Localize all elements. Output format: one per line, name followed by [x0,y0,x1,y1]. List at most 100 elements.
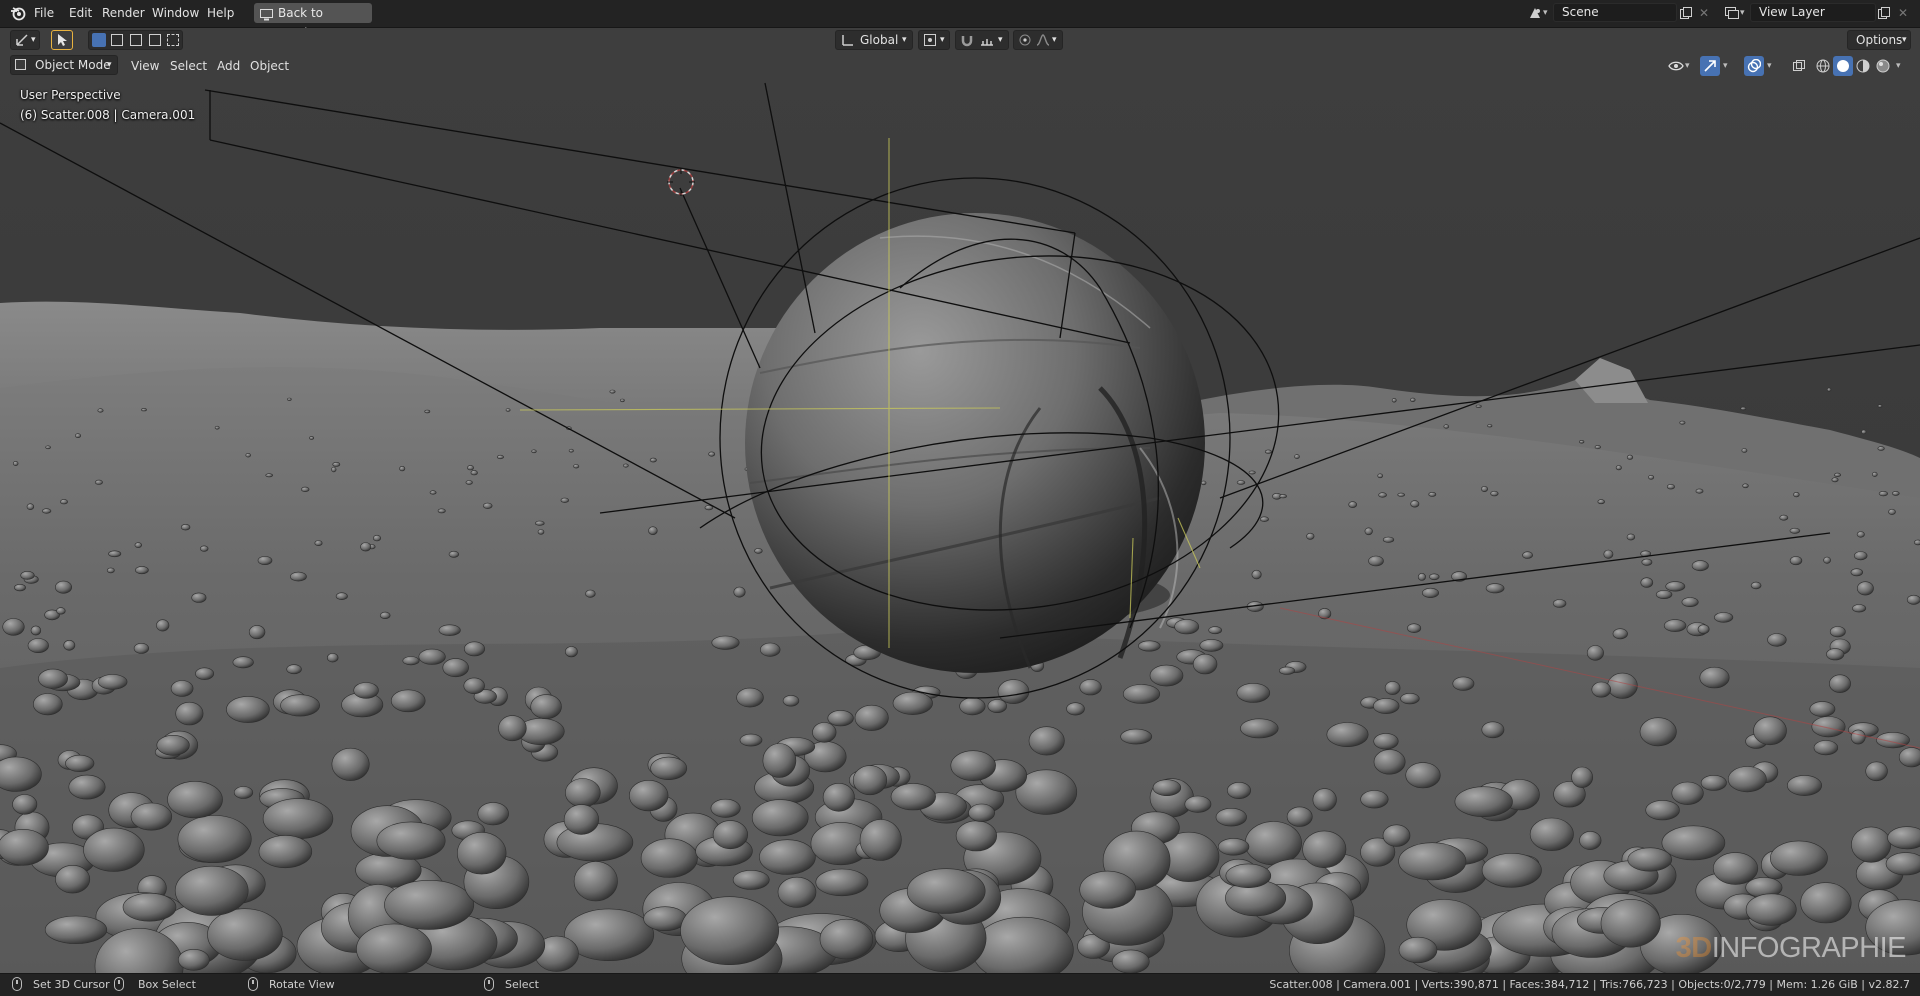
snap-controls[interactable]: ▾ [955,30,1009,50]
view-layer-dropdown-icon[interactable]: ▾ [1740,3,1748,23]
menu-help[interactable]: Help [207,4,234,22]
select-new-icon[interactable] [92,33,106,47]
overlays-icon[interactable] [1744,56,1764,76]
pivot-point-dropdown[interactable]: ▾ [918,30,950,50]
rock [332,748,369,780]
view-layer-icon[interactable] [1722,3,1742,23]
wireframe-shading-icon[interactable] [1813,56,1833,76]
rock [564,805,599,835]
editor-type-button[interactable]: ▾ [10,30,40,50]
xray-icon[interactable] [1789,56,1809,76]
rock [1444,425,1449,429]
chevron-down-icon: ▾ [1902,31,1907,49]
rock [1249,471,1255,474]
rock [336,593,347,600]
rock [506,409,510,412]
orientation-label: Global [860,31,898,49]
rock [45,916,107,944]
select-intersect-icon[interactable] [167,34,179,46]
rock [109,551,121,557]
object-mode-dropdown[interactable]: Object Mode ▾ [10,55,118,75]
rock [471,470,478,475]
rock [1491,491,1499,496]
rock [1780,515,1788,520]
new-scene-icon[interactable] [1676,3,1696,23]
viewport-menu-object[interactable]: Object [250,57,289,75]
rock [430,491,436,495]
rock [332,467,337,472]
overlays-dropdown-icon[interactable]: ▾ [1767,56,1775,76]
viewport-menu-select[interactable]: Select [170,57,207,75]
rock [1029,727,1064,755]
viewport-menu-view[interactable]: View [131,57,159,75]
new-view-layer-icon[interactable] [1874,3,1894,23]
rock [443,659,469,677]
rock [178,949,209,970]
rock [1814,741,1838,755]
rock [1252,570,1261,579]
rock [457,832,506,874]
menu-file[interactable]: File [34,4,54,22]
menu-edit[interactable]: Edit [69,4,92,22]
back-to-previous-button[interactable]: Back to Previous [254,3,372,23]
select-extend-icon[interactable] [111,34,123,46]
solid-shading-icon[interactable] [1833,56,1853,76]
rock [1410,398,1415,402]
rock [783,695,799,706]
rock [1201,481,1206,485]
transform-orientation-dropdown[interactable]: Global ▾ [835,30,913,50]
view-layer-field[interactable]: View Layer [1750,3,1876,22]
material-shading-icon[interactable] [1853,56,1873,76]
proportional-edit-controls[interactable]: ▾ [1013,30,1063,50]
rock [1598,500,1605,504]
select-invert-icon[interactable] [149,34,161,46]
viewport-menu-add[interactable]: Add [217,57,240,75]
rock [1851,569,1863,576]
rock [1613,629,1628,639]
rock [1260,517,1268,522]
rendered-shading-icon[interactable] [1873,56,1893,76]
rock [1692,561,1708,571]
shading-dropdown-icon[interactable]: ▾ [1896,56,1904,76]
rock [1642,559,1652,565]
rock [531,695,562,719]
select-tool-button[interactable] [51,30,73,50]
rock [1682,598,1698,607]
rock [1488,425,1492,428]
rock [1523,552,1533,559]
rock [464,642,484,656]
rock [755,548,763,553]
delete-view-layer-icon[interactable]: ✕ [1893,3,1913,23]
options-dropdown[interactable]: Options ▾ [1847,30,1911,50]
rock [828,710,854,726]
blender-logo-icon[interactable] [8,3,28,23]
scene-name-field[interactable]: Scene [1553,3,1677,22]
rock [1857,582,1873,595]
rock [134,643,149,653]
gizmo-dropdown-icon[interactable]: ▾ [1723,56,1731,76]
scene-icon[interactable] [1525,3,1545,23]
rock [1741,407,1746,410]
rock [893,692,933,715]
rock [1854,552,1867,560]
select-subtract-icon[interactable] [130,34,142,46]
visibility-dropdown-icon[interactable]: ▾ [1685,56,1693,76]
rock [1287,807,1312,827]
eye-icon[interactable] [1666,56,1686,76]
rock [1398,493,1405,496]
rock [315,541,322,546]
scene-statistics: Scatter.008 | Camera.001 | Verts:390,871… [1269,978,1910,992]
rock [1627,534,1635,540]
cursor-arrow-icon [57,33,68,52]
scene-dropdown-icon[interactable]: ▾ [1543,3,1551,23]
rock [1399,843,1466,880]
rock [1876,732,1909,748]
menu-window[interactable]: Window [152,4,199,22]
menu-render[interactable]: Render [102,4,145,22]
3d-viewport[interactable] [0,28,1920,973]
monitor-icon [260,7,273,27]
rock [171,681,193,697]
gizmo-icon[interactable] [1700,56,1720,76]
rock [1851,730,1865,744]
delete-scene-icon[interactable]: ✕ [1694,3,1714,23]
